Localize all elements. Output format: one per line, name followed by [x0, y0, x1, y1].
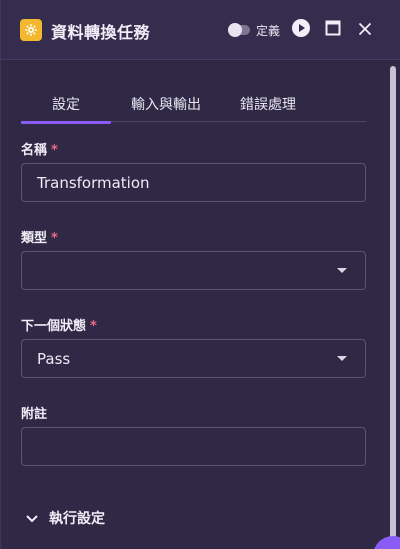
maximize-button[interactable] [322, 19, 344, 41]
type-label: 類型 * [21, 227, 58, 246]
tab-bar: 設定 輸入與輸出 錯誤處理 [21, 86, 366, 124]
required-mark: * [90, 319, 97, 334]
name-input[interactable]: Transformation [21, 163, 366, 202]
floating-action-button[interactable] [373, 536, 400, 549]
next-state-select-value: Pass [37, 349, 71, 368]
name-input-value: Transformation [37, 173, 150, 192]
name-label-text: 名稱 [21, 143, 48, 158]
next-state-label-text: 下一個狀態 [21, 319, 87, 334]
definition-toggle[interactable] [228, 23, 250, 37]
run-button[interactable] [290, 19, 312, 41]
scrollbar-thumb[interactable] [390, 66, 396, 542]
tab-input-output[interactable]: 輸入與輸出 [116, 86, 216, 122]
caret-down-icon [337, 268, 347, 273]
next-state-label: 下一個狀態 * [21, 315, 97, 334]
panel-title: 資料轉換任務 [51, 23, 151, 42]
task-panel: 資料轉換任務 定義 設定 輸入與輸出 錯誤處理 名稱 * Transformat… [0, 0, 400, 549]
name-label: 名稱 * [21, 139, 58, 158]
play-circle-icon [291, 18, 311, 42]
execution-settings-label: 執行設定 [49, 511, 105, 527]
close-button[interactable] [354, 19, 376, 41]
next-state-select[interactable]: Pass [21, 339, 366, 378]
note-label-text: 附註 [21, 407, 48, 422]
type-select[interactable] [21, 251, 366, 290]
definition-toggle-label: 定義 [256, 24, 281, 38]
maximize-icon [325, 20, 341, 40]
execution-settings-toggle[interactable]: 執行設定 [25, 508, 105, 528]
toggle-knob [228, 23, 242, 37]
note-input[interactable] [21, 427, 366, 466]
type-label-text: 類型 [21, 231, 48, 246]
close-icon [358, 21, 372, 40]
caret-down-icon [337, 356, 347, 361]
required-mark: * [51, 231, 58, 246]
note-label: 附註 [21, 403, 47, 422]
chevron-down-icon [25, 509, 39, 528]
panel-header: 資料轉換任務 定義 [1, 0, 400, 60]
required-mark: * [51, 143, 58, 158]
tab-error-handling[interactable]: 錯誤處理 [224, 86, 312, 122]
cog-icon [20, 19, 42, 41]
tab-settings[interactable]: 設定 [21, 86, 111, 124]
